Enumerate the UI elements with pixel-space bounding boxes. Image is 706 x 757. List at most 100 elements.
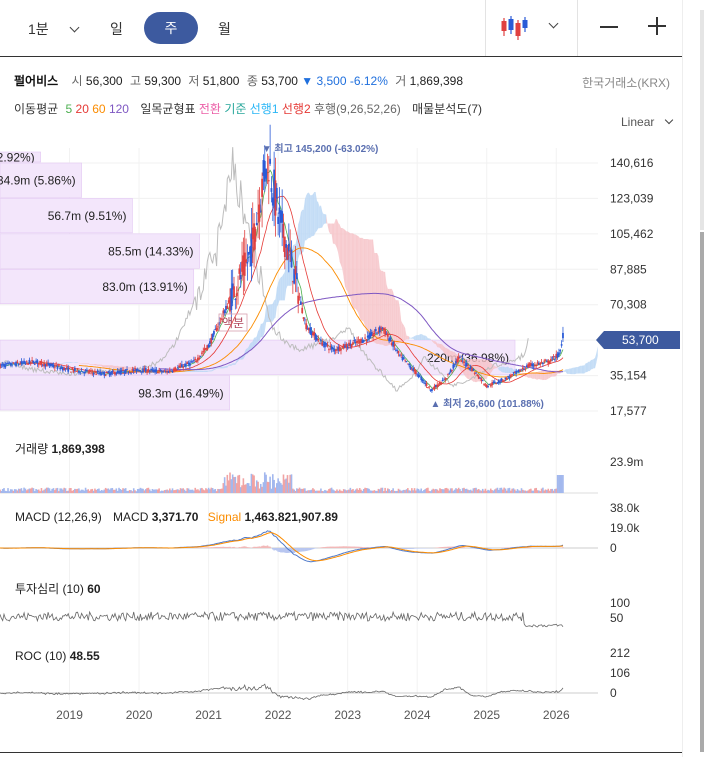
candle-body <box>489 385 492 387</box>
cloud-segment <box>89 364 91 365</box>
cloud-segment <box>110 365 113 368</box>
cloud-segment <box>201 370 204 373</box>
cloud-segment <box>217 367 220 369</box>
cloud-segment <box>326 214 328 226</box>
cloud-segment <box>334 218 336 246</box>
cloud-segment <box>98 364 101 366</box>
candle-body <box>357 339 360 341</box>
candle-body <box>476 374 479 377</box>
candle-body <box>87 372 90 374</box>
volume-profile-label: 85.5m (14.33%) <box>108 245 193 259</box>
candle-body <box>198 357 201 359</box>
macd-tick-label: 38.0k <box>610 501 640 515</box>
candle-body <box>440 382 443 385</box>
cloud-segment <box>423 335 426 340</box>
cloud-segment <box>426 336 428 340</box>
scrollbar-thumb[interactable] <box>700 232 704 752</box>
candle-body <box>326 344 329 347</box>
cloud-segment <box>434 341 436 345</box>
candle-body <box>175 369 178 371</box>
cloud-segment <box>105 365 107 368</box>
cloud-segment <box>583 365 585 374</box>
candle-body <box>265 168 268 179</box>
cloud-segment <box>584 363 586 374</box>
candle-body <box>243 252 246 276</box>
candle-body <box>384 329 387 335</box>
cloud-segment <box>498 366 501 371</box>
candle-body <box>148 370 151 372</box>
signal-line <box>0 532 564 562</box>
roc-tick-label: 212 <box>610 646 630 660</box>
cloud-segment <box>506 366 509 373</box>
cloud-segment <box>546 370 549 380</box>
candle-body <box>96 371 99 373</box>
cloud-segment <box>405 328 407 340</box>
candle-body <box>16 361 19 363</box>
cloud-segment <box>115 365 117 369</box>
cloud-segment <box>562 370 565 372</box>
cloud-segment <box>250 342 252 351</box>
candle-body <box>12 362 15 364</box>
price-tick-label: 123,039 <box>610 191 654 205</box>
cloud-segment <box>318 202 320 229</box>
cloud-segment <box>97 364 99 366</box>
scrollbar-track[interactable] <box>700 10 704 230</box>
cloud-segment <box>64 362 66 364</box>
cloud-segment <box>545 370 547 380</box>
candle-body <box>32 360 35 364</box>
candle-body <box>365 339 368 342</box>
cloud-segment <box>502 366 505 373</box>
candle-body <box>91 372 94 374</box>
cloud-segment <box>382 270 384 346</box>
cloud-segment <box>569 368 571 375</box>
cloud-segment <box>501 366 503 373</box>
cloud-segment <box>504 366 506 373</box>
candle-body <box>237 289 239 291</box>
cloud-segment <box>411 336 414 339</box>
cloud-segment <box>395 300 398 345</box>
cloud-segment <box>286 257 288 290</box>
cloud-segment <box>427 338 430 340</box>
cloud-segment <box>225 365 228 368</box>
cloud-segment <box>342 228 344 278</box>
candle-body <box>195 360 198 362</box>
candle-body <box>80 370 83 372</box>
cloud-segment <box>585 363 588 373</box>
time-tick-label: 2026 <box>543 708 570 722</box>
candle-body <box>409 366 412 370</box>
candle-body <box>463 361 465 364</box>
cloud-segment <box>429 338 431 340</box>
volume-profile-label: 83.0m (13.91%) <box>102 280 187 294</box>
candle-body <box>328 349 330 351</box>
cloud-segment <box>530 372 533 379</box>
price-axis: 140,616 123,039 105,462 87,885 70,308 35,154 1… <box>610 156 654 418</box>
candle-body <box>554 359 556 361</box>
candle-body <box>126 369 128 371</box>
low-annotation: ▲ 최저 26,600 (101.88%) <box>431 397 544 410</box>
candle-body <box>428 386 431 388</box>
candle-body <box>445 378 448 379</box>
cloud-segment <box>509 367 511 373</box>
candle-body <box>275 187 278 199</box>
cloud-segment <box>324 214 327 224</box>
candle-body <box>259 210 262 212</box>
candle-body <box>329 345 332 347</box>
candle-body <box>29 361 32 363</box>
cloud-segment <box>69 362 71 363</box>
cloud-segment <box>403 325 406 342</box>
candle-body <box>103 372 106 376</box>
cloud-segment <box>393 291 395 345</box>
candle-body <box>213 331 215 335</box>
candle-body <box>421 379 424 381</box>
cloud-segment <box>260 323 263 338</box>
cloud-segment <box>279 277 281 301</box>
price-tick-label: 70,308 <box>610 298 647 312</box>
cloud-segment <box>264 306 267 332</box>
cloud-segment <box>335 218 337 249</box>
candle-body <box>226 306 229 309</box>
candle-body <box>318 343 321 345</box>
cloud-segment <box>307 192 309 239</box>
cloud-segment <box>84 363 86 364</box>
psy-tick-label: 100 <box>610 596 630 610</box>
cloud-segment <box>262 322 264 338</box>
